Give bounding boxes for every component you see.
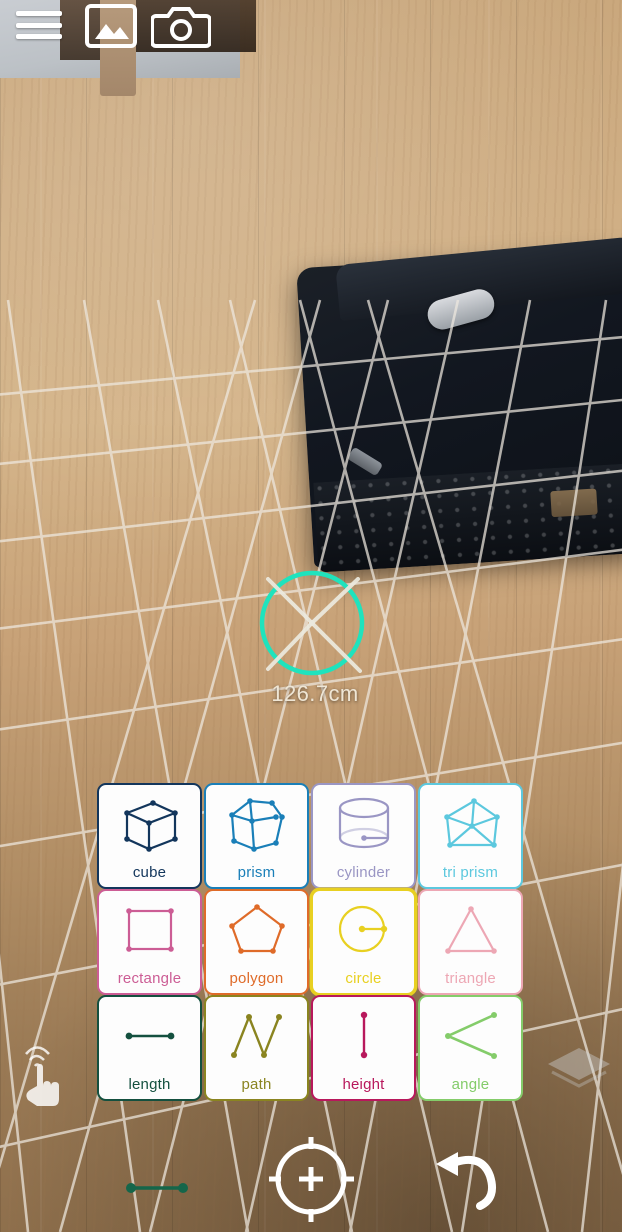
camera-icon: [150, 7, 212, 48]
suitcase-object: [296, 236, 622, 573]
measurement-circle-icon: [259, 570, 365, 676]
tool-label: cube: [132, 864, 167, 881]
bottom-toolbar: [0, 1100, 622, 1232]
tool-label: path: [241, 1076, 272, 1093]
cylinder-icon: [338, 797, 389, 849]
tool-label: rectangle: [117, 970, 182, 987]
tool-card-circle[interactable]: circle: [311, 889, 416, 995]
tool-label: height: [342, 1076, 385, 1093]
palette-row-linear: length path height angle: [97, 995, 525, 1101]
ar-measure-screen: 126.7cm cube prism cylinder tri prism re…: [0, 0, 622, 1232]
tool-label: angle: [451, 1076, 490, 1093]
rectangle-icon: [125, 908, 174, 952]
tool-card-angle[interactable]: angle: [418, 995, 523, 1101]
shape-tool-palette[interactable]: cube prism cylinder tri prism rectangle …: [97, 783, 525, 1101]
tool-card-length[interactable]: length: [97, 995, 202, 1101]
tri-prism-icon: [443, 798, 500, 848]
tool-card-triangle[interactable]: triangle: [418, 889, 523, 995]
palette-row-solids: cube prism cylinder tri prism: [97, 783, 525, 889]
gallery-button[interactable]: [84, 3, 138, 49]
angle-icon: [444, 1012, 497, 1059]
hamburger-menu-icon[interactable]: [16, 8, 62, 42]
triangle-icon: [444, 906, 497, 954]
height-icon: [360, 1011, 367, 1059]
circle-icon: [338, 905, 387, 953]
prism-icon: [228, 798, 285, 852]
menu-bar-3: [16, 34, 62, 39]
tool-label: tri prism: [442, 864, 499, 881]
palette-row-flat: rectangle polygon circle triangle: [97, 889, 525, 995]
undo-button[interactable]: [428, 1146, 506, 1210]
camera-button[interactable]: [150, 3, 212, 49]
tool-label: polygon: [229, 970, 284, 987]
tool-card-path[interactable]: path: [204, 995, 309, 1101]
tool-card-polygon[interactable]: polygon: [204, 889, 309, 995]
polygon-icon: [228, 904, 285, 954]
suitcase-mesh-panel: [313, 463, 622, 573]
length-icon: [125, 1032, 174, 1040]
tool-label: circle: [345, 970, 382, 987]
tool-card-height[interactable]: height: [311, 995, 416, 1101]
crosshair-target-icon: [269, 1137, 354, 1222]
tool-label: length: [128, 1076, 171, 1093]
add-point-button[interactable]: [265, 1133, 357, 1225]
measurement-value-label: 126.7cm: [271, 681, 359, 706]
suitcase-tag: [550, 488, 598, 518]
tool-label: triangle: [445, 970, 496, 987]
menu-bar-2: [16, 22, 62, 28]
tool-card-cube[interactable]: cube: [97, 783, 202, 889]
undo-arrow-icon: [436, 1152, 496, 1210]
tool-card-prism[interactable]: prism: [204, 783, 309, 889]
top-toolbar: [0, 0, 622, 52]
circle-measurement-annotation: 126.7cm: [250, 565, 380, 710]
layers-stack-icon[interactable]: [540, 1042, 618, 1096]
tool-card-tri-prism[interactable]: tri prism: [418, 783, 523, 889]
tool-card-rectangle[interactable]: rectangle: [97, 889, 202, 995]
path-icon: [230, 1013, 282, 1059]
tool-card-cylinder[interactable]: cylinder: [311, 783, 416, 889]
length-indicator[interactable]: [125, 1181, 189, 1195]
menu-bar-1: [16, 11, 62, 16]
tap-hand-icon: [14, 1044, 68, 1106]
tool-label: prism: [237, 864, 276, 881]
line-segment-icon: [126, 1183, 188, 1193]
tool-label: cylinder: [336, 864, 391, 881]
image-icon: [85, 4, 137, 48]
cube-icon: [123, 800, 178, 852]
